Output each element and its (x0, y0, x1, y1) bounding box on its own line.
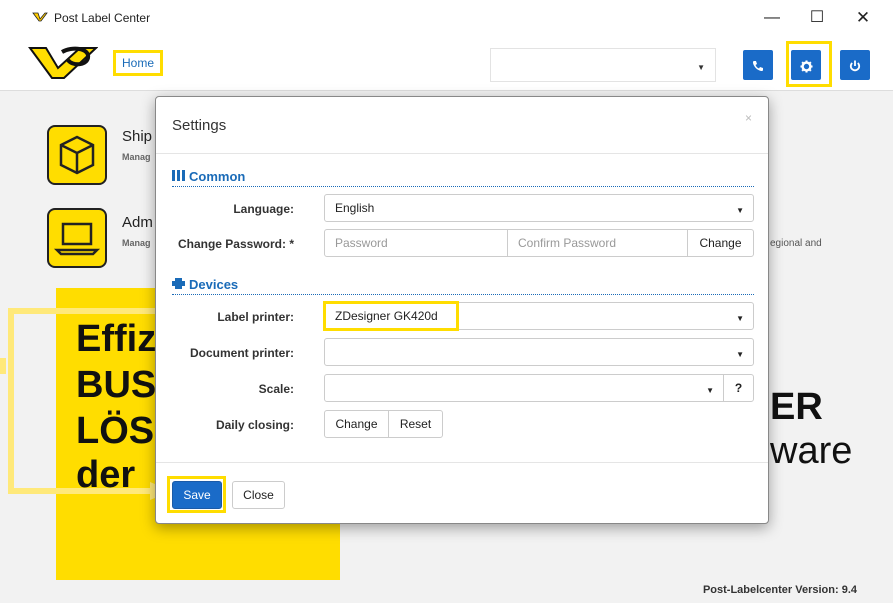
printer-icon (172, 277, 185, 292)
settings-button[interactable] (791, 50, 821, 80)
settings-dialog: Settings × Common Language: English ▼ Ch… (155, 96, 769, 524)
dialog-header-divider (156, 153, 768, 154)
dialog-title: Settings (172, 117, 227, 134)
home-link[interactable]: Home (113, 50, 164, 76)
laptop-icon (53, 222, 101, 256)
shipping-tile-subtitle: Manag (122, 152, 151, 162)
annotation-edge-mark (0, 358, 6, 374)
banner-line-1: Effiz (76, 318, 157, 360)
password-input[interactable]: Password (324, 229, 508, 257)
chevron-down-icon: ▼ (736, 350, 744, 359)
phone-icon (753, 61, 763, 72)
chevron-down-icon: ▼ (697, 63, 705, 72)
title-bar: Post Label Center — ☐ ✕ (0, 0, 893, 38)
window-title: Post Label Center (54, 11, 151, 25)
package-icon (59, 135, 95, 175)
app-header: Home ▼ (0, 38, 893, 90)
admin-tile[interactable] (47, 208, 107, 268)
admin-tile-title: Adm (122, 214, 153, 231)
devices-section-title: Devices (172, 277, 754, 295)
confirm-password-placeholder: Confirm Password (518, 236, 617, 250)
promo-right-line-1: ER (770, 386, 823, 428)
daily-closing-change-button[interactable]: Change (324, 410, 389, 438)
banner-line-2: BUS (76, 364, 157, 406)
minimize-button[interactable]: — (762, 8, 782, 28)
common-section-title: Common (172, 169, 754, 187)
header-dropdown[interactable]: ▼ (490, 48, 716, 82)
admin-tile-subtitle: Manag (122, 238, 151, 248)
language-select[interactable]: English ▼ (324, 194, 754, 222)
dialog-close-icon[interactable]: × (745, 111, 752, 125)
maximize-button[interactable]: ☐ (807, 8, 827, 28)
promo-right-line-2: ware (770, 430, 853, 472)
save-highlight-annotation (167, 476, 226, 513)
scale-label: Scale: (258, 382, 294, 396)
power-button[interactable] (840, 50, 870, 80)
power-icon (849, 60, 861, 72)
post-logo (28, 46, 98, 79)
change-password-label: Change Password: * (177, 237, 294, 251)
close-window-button[interactable]: ✕ (853, 8, 873, 28)
scale-help-button[interactable]: ? (723, 374, 754, 402)
label-printer-highlight-annotation (323, 301, 459, 331)
chevron-down-icon: ▼ (706, 386, 714, 395)
document-printer-select[interactable]: ▼ (324, 338, 754, 366)
annotation-arrow-vertical-line (8, 308, 14, 494)
gear-icon (799, 60, 813, 73)
banner-line-3: LÖS (76, 410, 155, 452)
password-placeholder: Password (335, 236, 388, 250)
language-value: English (335, 201, 375, 215)
dialog-footer-divider (156, 462, 768, 463)
chevron-down-icon: ▼ (736, 206, 744, 215)
shipping-tile-title: Ship (122, 128, 153, 145)
shipping-tile[interactable] (47, 125, 107, 185)
post-horn-icon (32, 12, 48, 22)
document-printer-label: Document printer: (189, 346, 294, 360)
devices-section-label: Devices (189, 277, 239, 292)
phone-button[interactable] (743, 50, 773, 80)
admin-tile-description: egional and (770, 238, 822, 249)
close-button[interactable]: Close (232, 481, 285, 509)
daily-closing-reset-button[interactable]: Reset (388, 410, 443, 438)
version-text: Post-Labelcenter Version: 9.4 (702, 584, 857, 596)
daily-closing-label: Daily closing: (215, 418, 294, 432)
scale-select[interactable]: ▼ (324, 374, 724, 402)
common-section-label: Common (189, 169, 246, 184)
language-label: Language: (233, 202, 294, 216)
label-printer-label: Label printer: (217, 310, 294, 324)
change-password-button[interactable]: Change (687, 229, 754, 257)
annotation-arrow-top-line (8, 308, 168, 314)
annotation-arrow-bottom-line (8, 488, 158, 494)
columns-icon (172, 169, 185, 184)
confirm-password-input[interactable]: Confirm Password (507, 229, 688, 257)
chevron-down-icon: ▼ (736, 314, 744, 323)
